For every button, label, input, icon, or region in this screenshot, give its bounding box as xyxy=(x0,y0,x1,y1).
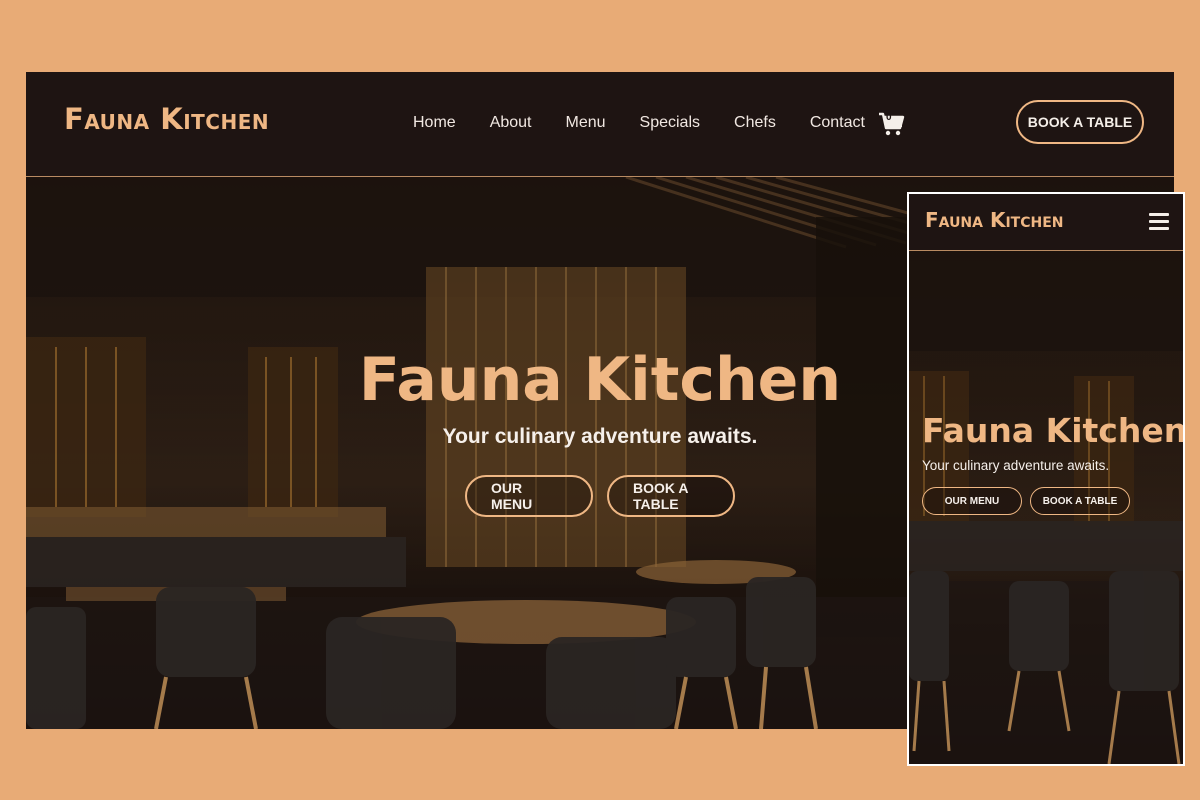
mobile-our-menu-button[interactable]: OUR MENU xyxy=(922,487,1022,515)
nav-item-contact[interactable]: Contact xyxy=(810,114,865,132)
mobile-mockup: Fauna Kitchen Fauna Kitchen Your culinar… xyxy=(907,192,1185,766)
mobile-hero-buttons: OUR MENU BOOK A TABLE xyxy=(922,487,1130,515)
mobile-book-table-button[interactable]: BOOK A TABLE xyxy=(1030,487,1130,515)
book-table-button[interactable]: BOOK A TABLE xyxy=(607,475,735,517)
book-table-nav-button[interactable]: BOOK A TABLE xyxy=(1016,100,1144,144)
mobile-hero-subtitle: Your culinary adventure awaits. xyxy=(922,458,1110,473)
mobile-hero-section: Fauna Kitchen Your culinary adventure aw… xyxy=(909,251,1183,764)
shopping-cart-icon[interactable]: 0 xyxy=(877,110,905,138)
nav-item-menu[interactable]: Menu xyxy=(566,114,606,132)
mobile-hero-title: Fauna Kitchen xyxy=(922,411,1185,450)
hamburger-menu-icon[interactable] xyxy=(1149,213,1169,231)
mobile-navbar: Fauna Kitchen xyxy=(909,194,1183,251)
nav-item-chefs[interactable]: Chefs xyxy=(734,114,776,132)
cart-count-badge: 0 xyxy=(886,112,892,123)
nav-item-specials[interactable]: Specials xyxy=(640,114,700,132)
mobile-site-logo[interactable]: Fauna Kitchen xyxy=(925,208,1063,232)
our-menu-button[interactable]: OUR MENU xyxy=(465,475,593,517)
site-logo[interactable]: Fauna Kitchen xyxy=(64,102,269,136)
nav-item-home[interactable]: Home xyxy=(413,114,456,132)
top-navbar: Fauna Kitchen Home About Menu Specials C… xyxy=(26,72,1174,177)
main-nav: Home About Menu Specials Chefs Contact xyxy=(413,114,899,132)
nav-item-about[interactable]: About xyxy=(490,114,532,132)
